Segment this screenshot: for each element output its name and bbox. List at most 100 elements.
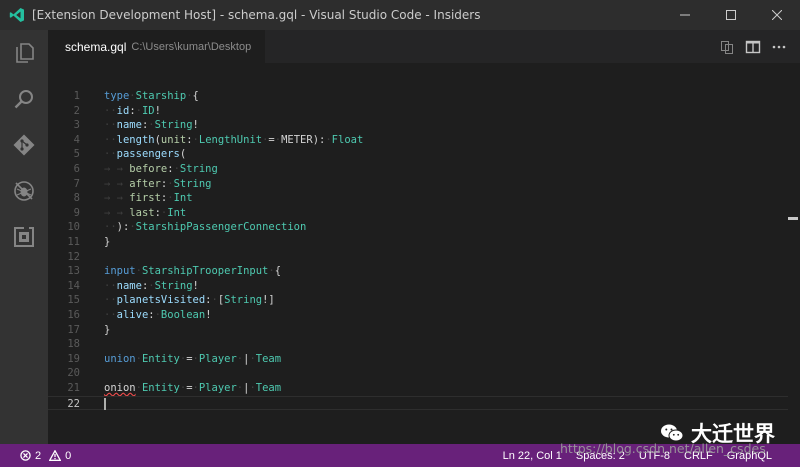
activity-search[interactable] — [0, 76, 48, 122]
more-icon — [772, 45, 786, 48]
activity-debug[interactable] — [0, 168, 48, 214]
code-token: ! — [205, 309, 212, 321]
line-text: → → before:·String — [104, 162, 218, 177]
whitespace-marker: ·· — [104, 133, 117, 146]
split-editor-button[interactable] — [740, 34, 766, 60]
code-token: ! — [154, 104, 161, 117]
code-line[interactable]: 16 ··alive:·Boolean! — [48, 308, 788, 323]
code-token: ID — [141, 104, 155, 117]
code-line[interactable]: 5 ··passengers( — [48, 147, 788, 162]
code-token: Team — [255, 382, 282, 394]
code-token: Float — [331, 133, 364, 146]
code-line[interactable]: 12 — [48, 250, 788, 265]
code-token: ): — [116, 221, 130, 234]
code-line[interactable]: 6 → → before:·String — [48, 162, 788, 177]
code-line[interactable]: 2 ··id:·ID! — [48, 104, 788, 119]
git-icon — [13, 134, 35, 156]
files-icon — [16, 43, 34, 63]
line-text: type·Starship·{ — [104, 89, 199, 104]
code-token: after — [129, 177, 161, 190]
vscode-insiders-logo-icon — [9, 7, 25, 23]
line-text: ··name:·String! — [104, 279, 199, 294]
code-token: last — [129, 206, 155, 219]
line-text: → → first:·Int — [104, 191, 193, 206]
line-number: 6 — [73, 163, 80, 175]
code-token: ): — [312, 133, 326, 146]
activity-bar — [0, 30, 48, 444]
close-button[interactable] — [754, 0, 800, 30]
code-token: } — [104, 323, 111, 336]
code-token: StarshipTrooperInput — [141, 265, 269, 278]
code-token: String — [154, 279, 193, 292]
line-number: 21 — [67, 382, 80, 394]
open-changes-button[interactable] — [714, 34, 740, 60]
code-line[interactable]: 22 — [48, 395, 788, 411]
whitespace-marker: ·· — [104, 221, 117, 234]
line-number: 5 — [73, 148, 80, 161]
maximize-button[interactable] — [708, 0, 754, 30]
line-number: 3 — [73, 119, 80, 132]
line-number: 4 — [73, 133, 80, 146]
code-token: ! — [192, 279, 199, 292]
code-line[interactable]: 15 ··planetsVisited:·[String!] — [48, 293, 788, 308]
code-token: String — [224, 294, 263, 307]
editor-actions — [714, 30, 792, 63]
line-number: 2 — [73, 104, 80, 117]
whitespace-marker: → → — [104, 206, 130, 219]
minimize-button[interactable] — [662, 0, 708, 30]
code-line[interactable]: 11} — [48, 235, 788, 250]
activity-explorer[interactable] — [0, 30, 48, 76]
code-line[interactable]: 21 onion·Entity·=·Player·|·Team — [48, 381, 788, 396]
code-token: METER — [281, 133, 313, 146]
error-icon — [20, 450, 31, 461]
minimize-icon — [680, 14, 690, 16]
more-actions-button[interactable] — [766, 34, 792, 60]
code-line[interactable]: 10 ··):·StarshipPassengerConnection — [48, 220, 788, 235]
line-number: 19 — [67, 352, 80, 365]
line-text: ··planetsVisited:·[String!] — [104, 293, 275, 308]
code-token: Starship — [135, 90, 187, 102]
code-line[interactable]: 8 → → first:·Int — [48, 191, 788, 206]
code-token: ( — [179, 148, 187, 161]
code-line[interactable]: 9 → → last:·Int — [48, 206, 788, 221]
warnings-indicator[interactable]: 0 — [49, 450, 71, 462]
line-number: 11 — [67, 236, 80, 248]
code-token: StarshipPassengerConnection — [135, 221, 307, 234]
code-token: LengthUnit — [198, 133, 263, 146]
code-editor[interactable]: 1 type·Starship·{2 ··id:·ID! 3 ··name:·Strin… — [48, 63, 800, 444]
code-line[interactable]: 19 union·Entity·=·Player·|·Team — [48, 352, 788, 367]
code-line[interactable]: 13 input·StarshipTrooperInput·{ — [48, 264, 788, 279]
whitespace-marker: ·· — [104, 294, 117, 307]
code-token: first — [129, 192, 161, 205]
code-line[interactable]: 14 ··name:·String! — [48, 279, 788, 294]
warning-count: 0 — [65, 449, 72, 462]
cursor-position[interactable]: Ln 22, Col 1 — [503, 450, 562, 462]
line-number: 8 — [73, 192, 80, 205]
ruler-error-mark — [788, 217, 798, 220]
code-token: before — [129, 163, 168, 175]
problems-indicator[interactable]: 2 — [20, 450, 41, 462]
code-line[interactable]: 4 ··length(unit:·LengthUnit·=·METER):·Flo… — [48, 133, 788, 148]
split-editor-icon — [745, 40, 761, 53]
overview-ruler[interactable] — [786, 63, 800, 444]
code-token: onion — [104, 382, 136, 394]
code-token: name — [116, 279, 142, 292]
close-icon — [772, 10, 782, 20]
code-line[interactable]: 18 — [48, 337, 788, 352]
line-text: ··alive:·Boolean! — [104, 308, 212, 323]
code-token: String — [173, 177, 212, 190]
activity-extensions[interactable] — [0, 214, 48, 260]
activity-source-control[interactable] — [0, 122, 48, 168]
code-line[interactable]: 3 ··name:·String! — [48, 118, 788, 133]
code-line[interactable]: 7 → → after:·String — [48, 177, 788, 192]
line-number: 1 — [73, 90, 80, 102]
line-number: 13 — [67, 265, 80, 278]
code-token: Boolean — [160, 309, 206, 321]
code-line[interactable]: 20 — [48, 366, 788, 381]
code-line[interactable]: 17} — [48, 323, 788, 338]
code-token: { — [274, 265, 282, 278]
line-number: 18 — [67, 338, 80, 351]
code-line[interactable]: 1 type·Starship·{ — [48, 89, 788, 104]
tab-schema-gql[interactable]: schema.gql C:\Users\kumar\Desktop — [48, 30, 266, 63]
code-token: alive — [116, 309, 149, 321]
